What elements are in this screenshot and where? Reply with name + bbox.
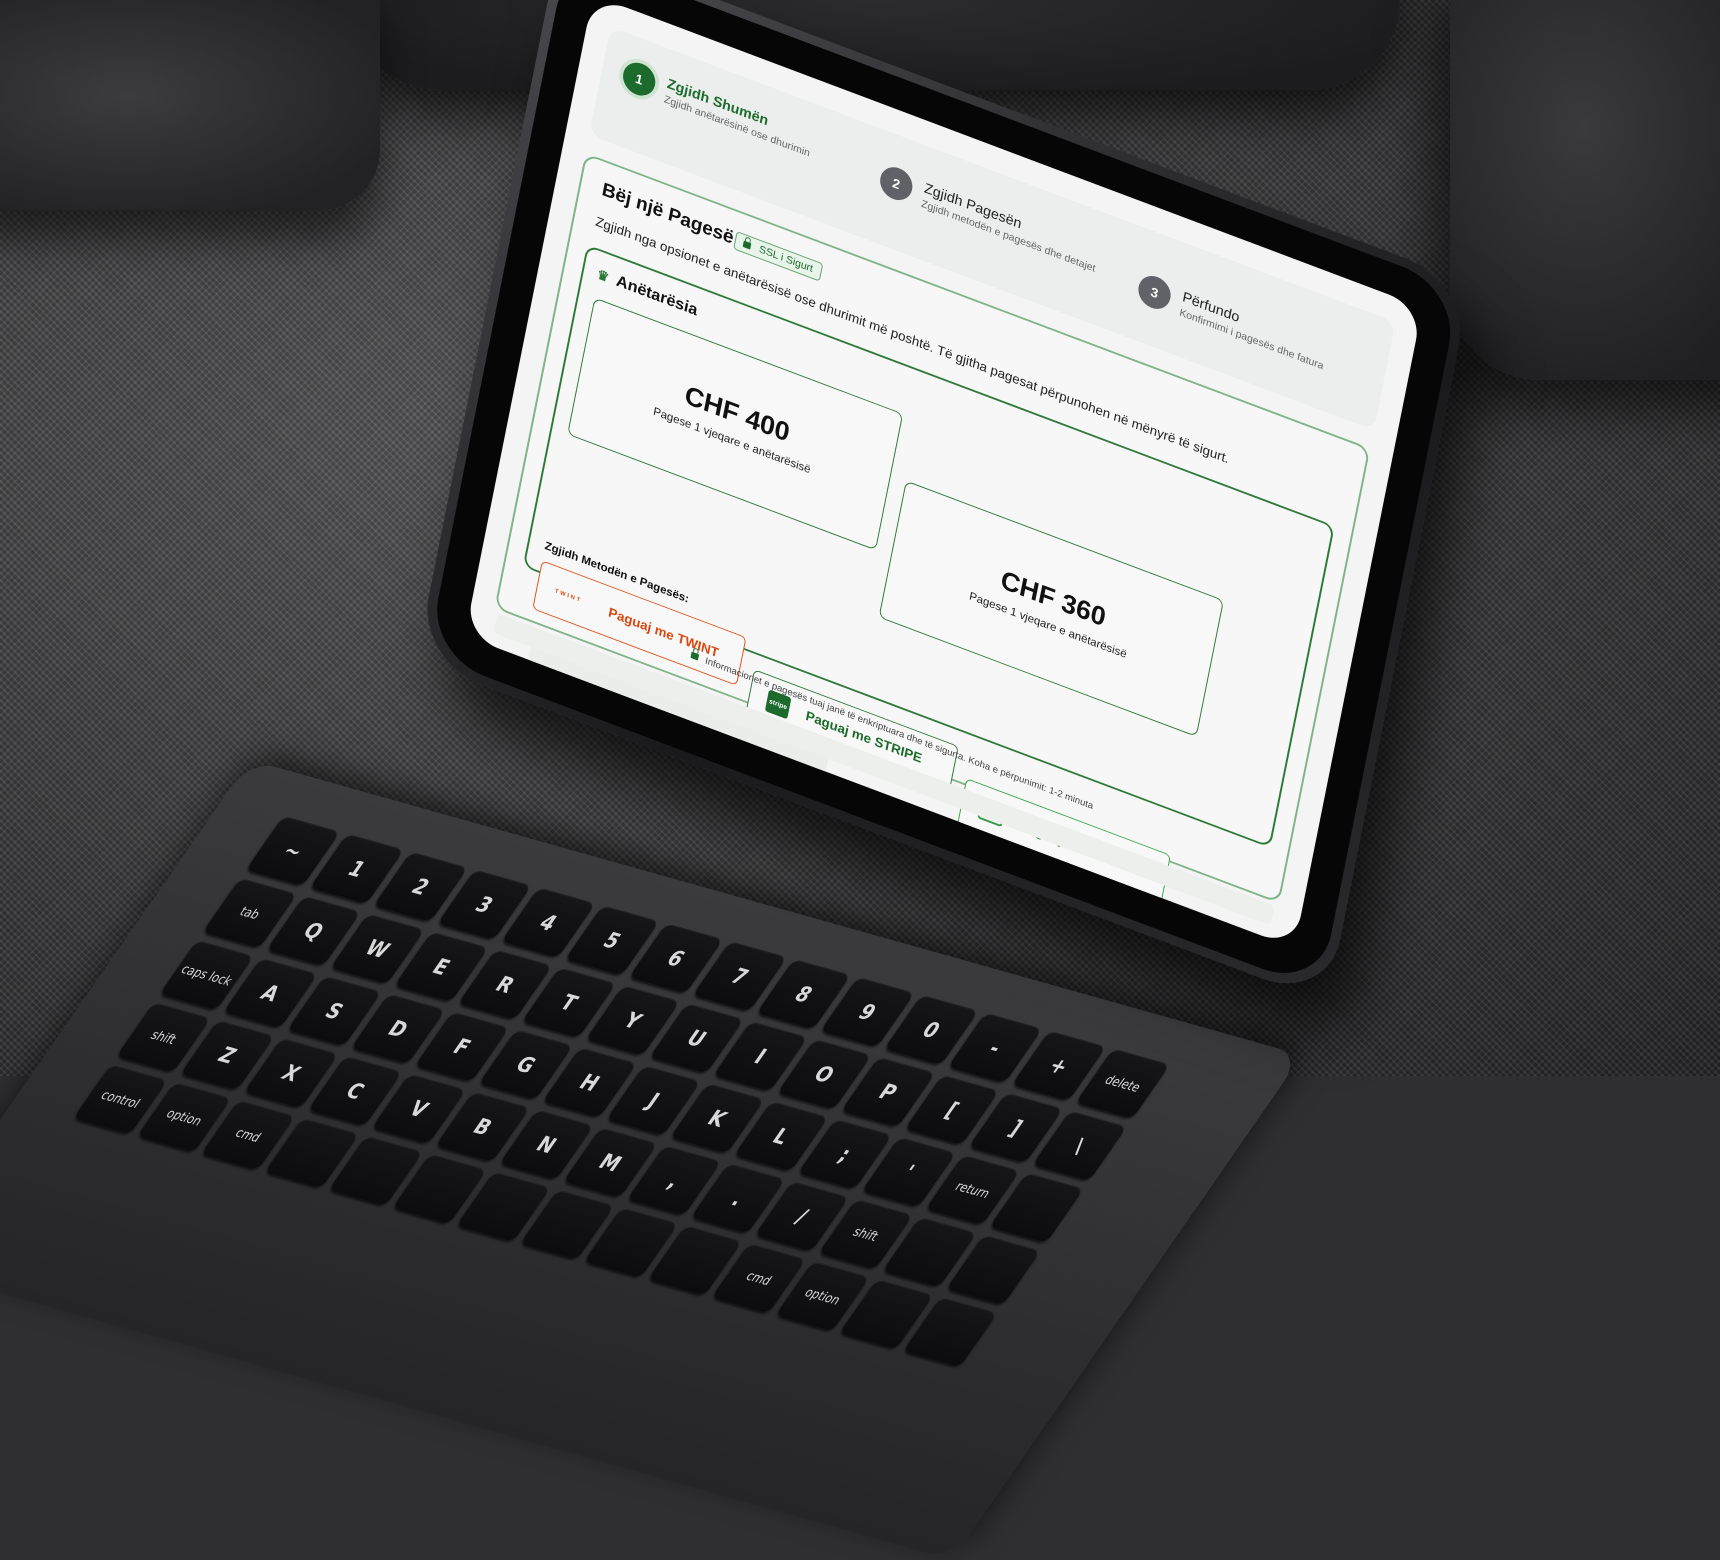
amount-value: CHF 360 [998,564,1109,632]
ssl-badge-label: SSL i Sigurt [758,243,814,275]
amount-value: CHF 400 [682,380,793,448]
step-subtitle: Zgjidh metodën e pagesës dhe detajet [920,198,1097,275]
membership-option-400[interactable]: CHF 400 Pagese 1 vjeqare e anëtarësisë [567,297,904,551]
tablet: 1 Zgjidh Shumën Zgjidh anëtarësinë ose d… [416,0,1472,1003]
membership-option-360[interactable]: CHF 360 Pagese 1 vjeqare e anëtarësisë [878,480,1224,737]
step-number: 2 [877,162,916,205]
crown-icon: ♛ [595,265,611,285]
lock-icon [690,651,699,661]
step-3[interactable]: 3 Përfundo Konfirmimi i pagesës dhe fatu… [1135,271,1324,372]
step-2[interactable]: 2 Zgjidh Pagesën Zgjidh metodën e pagesë… [877,162,1096,275]
tablet-bezel: 1 Zgjidh Shumën Zgjidh anëtarësinë ose d… [427,0,1461,991]
step-1[interactable]: 1 Zgjidh Shumën Zgjidh anëtarësinë ose d… [620,57,811,159]
tablet-screen: 1 Zgjidh Shumën Zgjidh anëtarësinë ose d… [464,0,1423,948]
step-number: 3 [1135,271,1174,314]
lock-icon [742,240,752,250]
step-subtitle: Konfirmimi i pagesës dhe fatura [1178,307,1325,373]
page-title: Bëj një Pagesë [600,179,736,249]
tablet-wrapper: 1 Zgjidh Shumën Zgjidh anëtarësinë ose d… [0,0,1720,1076]
step-number: 1 [620,57,659,101]
